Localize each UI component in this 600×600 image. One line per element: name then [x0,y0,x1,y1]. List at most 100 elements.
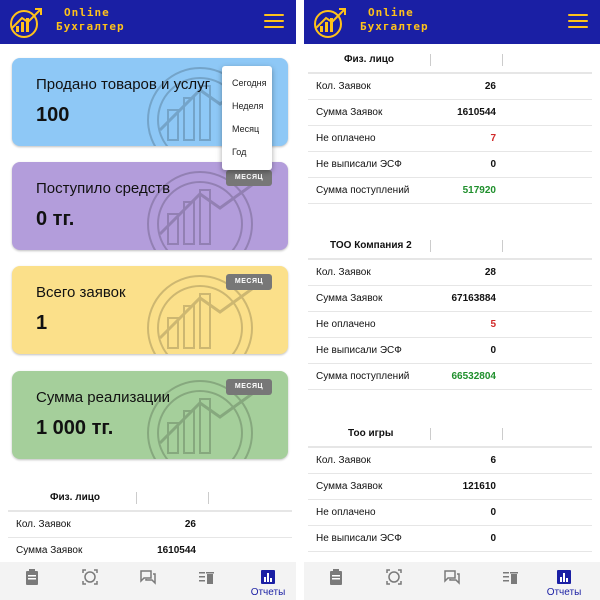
report-group: ТОО Компания 2 Кол. Заявок 28 Сумма Заяв… [308,234,592,390]
row-label: Кол. Заявок [316,455,371,466]
row-value: 5 [490,319,496,330]
clipboard-icon [26,569,38,585]
nav-focus[interactable] [62,562,118,600]
nav-label: Отчеты [250,587,286,598]
nav-reports[interactable]: Отчеты [536,562,592,600]
row-value: 0 [490,507,496,518]
table-row: Кол. Заявок 28 [308,260,592,286]
reports-content[interactable]: Физ. лицо Кол. Заявок 26 Сумма Заявок 16… [304,44,600,562]
row-label: Кол. Заявок [316,267,371,278]
chat-icon [140,570,156,585]
table-row: Сумма поступлений 517920 [308,178,592,204]
card-total-orders[interactable]: МЕСЯЦ Всего заявок 1 [12,266,288,354]
top-bar: Online Бухгалтер [304,0,600,44]
hamburger-menu-icon[interactable] [264,14,284,30]
nav-orders[interactable] [308,562,364,600]
row-label: Сумма поступлений [316,371,410,382]
table-group-name: ТОО Компания 2 [330,240,412,251]
dashboard-content[interactable]: Продано товаров и услуг 100 Сегодня Неде… [0,44,296,562]
table-group-name: Физ. лицо [50,492,100,503]
bar-chart-icon [261,570,275,584]
column-divider [208,492,209,504]
bottom-navigation: Отчеты [0,562,296,600]
table-row: Не выписали ЭСФ 0 [308,152,592,178]
table-row: Сумма Заявок 1610544 [8,538,292,562]
nav-delete-list[interactable] [482,562,538,600]
nav-focus[interactable] [366,562,422,600]
dropdown-option-year[interactable]: Год [232,147,246,157]
phone-dashboard: Online Бухгалтер Продано товаров и услуг [0,0,296,600]
hamburger-menu-icon[interactable] [568,14,588,30]
table-header: ТОО Компания 2 [308,234,592,260]
column-divider [136,492,137,504]
card-value: 1 [36,312,48,334]
table-row: Сумма Заявок 67163884 [308,286,592,312]
screens: Online Бухгалтер Продано товаров и услуг [0,0,600,600]
row-value: 67163884 [451,293,497,304]
period-button[interactable]: МЕСЯЦ [226,274,272,290]
table-row: Сумма Заявок 1610544 [308,100,592,126]
nav-orders[interactable] [4,562,60,600]
table-row: Не оплачено 7 [308,126,592,152]
row-label: Кол. Заявок [316,81,371,92]
table-row: Не выписали ЭСФ 0 [308,338,592,364]
column-divider [430,54,431,66]
table-row: Не оплачено 0 [308,500,592,526]
row-label: Не выписали ЭСФ [316,533,402,544]
card-sales-amount[interactable]: МЕСЯЦ Сумма реализации 1 000 тг. [12,371,288,459]
row-value: 0 [490,533,496,544]
row-value: 7 [490,133,496,144]
column-divider [430,428,431,440]
row-label: Сумма Заявок [316,293,383,304]
row-label: Не выписали ЭСФ [316,159,402,170]
card-value: 100 [36,104,70,126]
table-row: Кол. Заявок 26 [8,512,292,538]
row-value: 0 [490,345,496,356]
row-label: Сумма Заявок [316,481,383,492]
dropdown-option-today[interactable]: Сегодня [232,78,267,88]
phone-reports: Online Бухгалтер Физ. лицо Кол. Заявок 2… [304,0,600,600]
table-header: Физ. лицо [8,486,292,512]
nav-messages[interactable] [424,562,480,600]
row-label: Не выписали ЭСФ [316,345,402,356]
table-row: Не выписали ЭСФ 0 [308,526,592,552]
row-value: 1610544 [157,545,196,556]
period-button[interactable]: МЕСЯЦ [226,170,272,186]
logo-line-2: Бухгалтер [56,20,125,33]
table-header: Тоо игры [308,422,592,448]
period-button[interactable]: МЕСЯЦ [226,379,272,395]
chat-icon [444,570,460,585]
card-received-funds[interactable]: МЕСЯЦ Поступило средств 0 тг. [12,162,288,250]
table-row: Кол. Заявок 26 [308,74,592,100]
dropdown-option-week[interactable]: Неделя [232,101,263,111]
table-group-name: Физ. лицо [344,54,394,65]
column-divider [430,240,431,252]
table-row: Не оплачено 5 [308,312,592,338]
card-value: 0 тг. [36,208,75,230]
report-group: Тоо игры Кол. Заявок 6 Сумма Заявок 1216… [308,422,592,552]
row-value: 6 [490,455,496,466]
table-row: Кол. Заявок 6 [308,448,592,474]
card-value: 1 000 тг. [36,417,114,439]
row-label: Не оплачено [316,507,376,518]
report-group: Физ. лицо Кол. Заявок 26 Сумма Заявок 16… [308,48,592,204]
nav-reports[interactable]: Отчеты [240,562,296,600]
nav-delete-list[interactable] [178,562,234,600]
logo-icon [314,8,346,38]
row-label: Сумма Заявок [316,107,383,118]
bottom-navigation: Отчеты [304,562,600,600]
row-value: 517920 [462,185,496,196]
row-value: 1610544 [457,107,496,118]
nav-messages[interactable] [120,562,176,600]
row-value: 121610 [462,481,496,492]
delete-list-icon [199,572,214,584]
card-title: Всего заявок [36,284,126,301]
row-label: Не оплачено [316,133,376,144]
logo-line-1: Online [64,6,110,19]
row-label: Кол. Заявок [16,519,71,530]
card-title: Поступило средств [36,180,171,197]
card-title: Продано товаров и услуг [36,76,211,93]
row-label: Сумма Заявок [16,545,83,556]
top-bar: Online Бухгалтер [0,0,296,44]
dropdown-option-month[interactable]: Месяц [232,124,259,134]
